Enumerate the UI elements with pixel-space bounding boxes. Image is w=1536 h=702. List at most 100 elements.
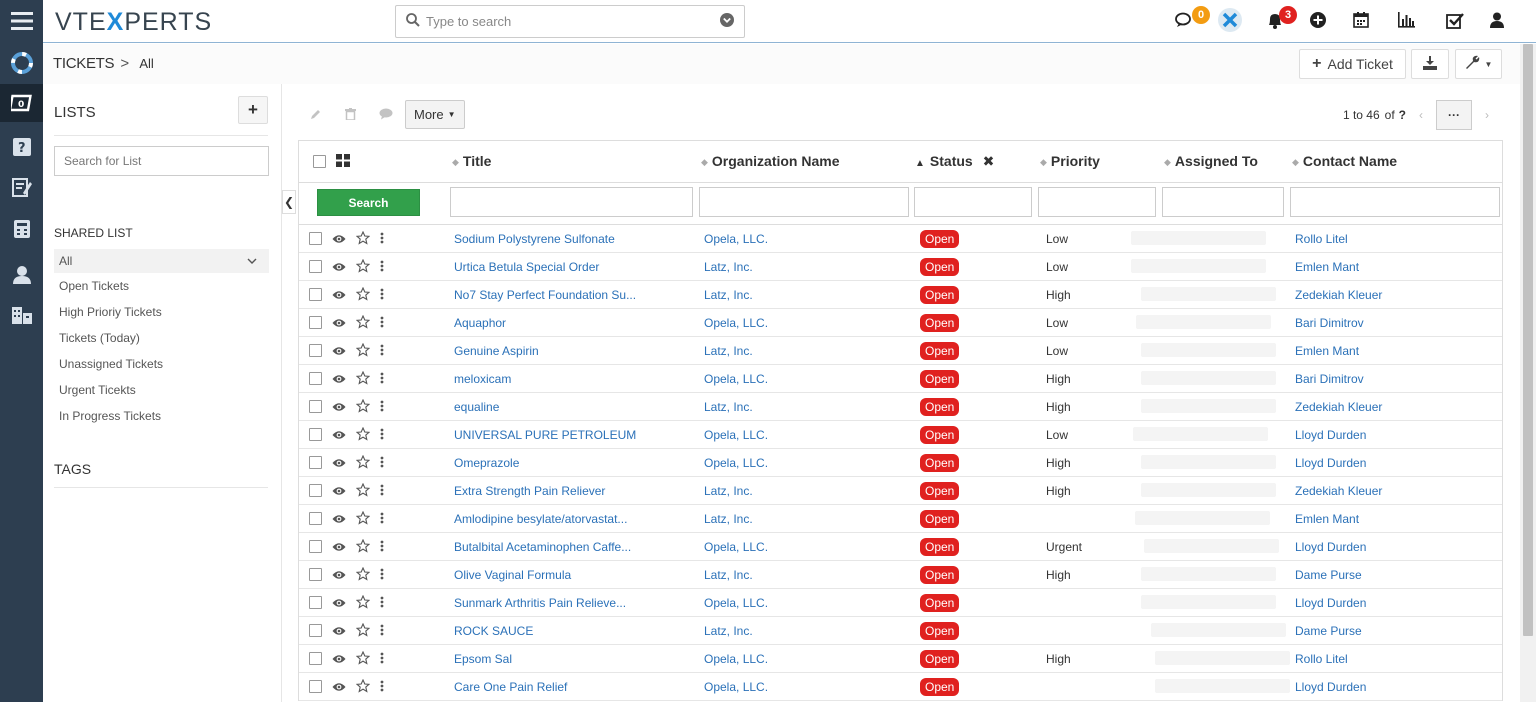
table-row[interactable]: equaline Latz, Inc. Open High Zedekiah Kleue… <box>299 393 1502 421</box>
clear-sort-icon[interactable]: ✖ <box>983 153 995 169</box>
column-assigned-to[interactable]: ◆ Assigned To <box>1164 153 1258 169</box>
previous-page-button[interactable]: ‹ <box>1406 100 1436 130</box>
row-checkbox[interactable] <box>309 652 322 665</box>
contact-link[interactable]: Emlen Mant <box>1295 260 1359 274</box>
page-scrollbar[interactable] <box>1520 44 1536 702</box>
row-checkbox[interactable] <box>309 232 322 245</box>
ticket-title-link[interactable]: Olive Vaginal Formula <box>454 568 571 582</box>
table-row[interactable]: Olive Vaginal Formula Latz, Inc. Open High D… <box>299 561 1502 589</box>
menu-icon[interactable] <box>0 2 43 40</box>
star-icon[interactable] <box>355 510 371 528</box>
total-count-button[interactable]: ? <box>1399 108 1406 122</box>
scrollbar-thumb[interactable] <box>1523 44 1533 636</box>
organization-link[interactable]: Latz, Inc. <box>704 512 753 526</box>
star-icon[interactable] <box>355 398 371 416</box>
table-row[interactable]: Butalbital Acetaminophen Caffe... Opela, … <box>299 533 1502 561</box>
star-icon[interactable] <box>355 314 371 332</box>
table-row[interactable]: Care One Pain Relief Opela, LLC. Open Lloyd… <box>299 673 1502 701</box>
more-vertical-icon[interactable] <box>380 624 384 639</box>
more-vertical-icon[interactable] <box>380 680 384 695</box>
search-button[interactable]: Search <box>317 189 420 216</box>
ticket-title-link[interactable]: Urtica Betula Special Order <box>454 260 599 274</box>
star-icon[interactable] <box>355 482 371 500</box>
contact-link[interactable]: Lloyd Durden <box>1295 680 1366 694</box>
chevron-down-icon[interactable] <box>247 249 257 273</box>
calculator-icon[interactable] <box>0 210 43 248</box>
more-vertical-icon[interactable] <box>380 456 384 471</box>
row-checkbox[interactable] <box>309 288 322 301</box>
row-checkbox[interactable] <box>309 260 322 273</box>
list-item-open-tickets[interactable]: Open Tickets <box>54 274 269 298</box>
eye-icon[interactable] <box>332 680 346 695</box>
ticket-title-link[interactable]: Sodium Polystyrene Sulfonate <box>454 232 615 246</box>
organization-link[interactable]: Latz, Inc. <box>704 624 753 638</box>
eye-icon[interactable] <box>332 428 346 443</box>
select-all-checkbox[interactable] <box>313 155 326 168</box>
ticket-title-link[interactable]: ROCK SAUCE <box>454 624 533 638</box>
eye-icon[interactable] <box>332 400 346 415</box>
star-icon[interactable] <box>355 622 371 640</box>
organization-link[interactable]: Opela, LLC. <box>704 540 768 554</box>
row-checkbox[interactable] <box>309 372 322 385</box>
filter-priority-input[interactable] <box>1038 187 1156 217</box>
star-icon[interactable] <box>355 230 371 248</box>
column-status[interactable]: ▲ Status ✖ <box>915 153 994 170</box>
contact-link[interactable]: Lloyd Durden <box>1295 540 1366 554</box>
organization-link[interactable]: Latz, Inc. <box>704 288 753 302</box>
eye-icon[interactable] <box>332 344 346 359</box>
collapse-sidebar-button[interactable]: ❮ <box>282 190 296 214</box>
eye-icon[interactable] <box>332 456 346 471</box>
eye-icon[interactable] <box>332 316 346 331</box>
star-icon[interactable] <box>355 566 371 584</box>
star-icon[interactable] <box>355 538 371 556</box>
star-icon[interactable] <box>355 594 371 612</box>
organization-link[interactable]: Latz, Inc. <box>704 400 753 414</box>
star-icon[interactable] <box>355 258 371 276</box>
contact-link[interactable]: Rollo Litel <box>1295 232 1348 246</box>
star-icon[interactable] <box>355 650 371 668</box>
star-icon[interactable] <box>355 370 371 388</box>
ticket-title-link[interactable]: UNIVERSAL PURE PETROLEUM <box>454 428 636 442</box>
more-vertical-icon[interactable] <box>380 540 384 555</box>
eye-icon[interactable] <box>332 288 346 303</box>
faq-icon[interactable]: ? <box>0 128 43 166</box>
row-checkbox[interactable] <box>309 428 322 441</box>
row-checkbox[interactable] <box>309 400 322 413</box>
contact-link[interactable]: Bari Dimitrov <box>1295 316 1364 330</box>
more-vertical-icon[interactable] <box>380 596 384 611</box>
more-vertical-icon[interactable] <box>380 372 384 387</box>
ticket-title-link[interactable]: equaline <box>454 400 499 414</box>
contacts-icon[interactable] <box>0 256 43 294</box>
contact-link[interactable]: Bari Dimitrov <box>1295 372 1364 386</box>
table-row[interactable]: Omeprazole Opela, LLC. Open High Lloyd Durde… <box>299 449 1502 477</box>
more-vertical-icon[interactable] <box>380 428 384 443</box>
ticket-title-link[interactable]: Omeprazole <box>454 456 519 470</box>
organization-link[interactable]: Opela, LLC. <box>704 652 768 666</box>
more-vertical-icon[interactable] <box>380 512 384 527</box>
row-checkbox[interactable] <box>309 512 322 525</box>
table-row[interactable]: Urtica Betula Special Order Latz, Inc. Ope… <box>299 253 1502 281</box>
import-button[interactable] <box>1411 49 1449 79</box>
list-item-all[interactable]: All <box>54 249 269 273</box>
user-menu-button[interactable] <box>1490 0 1504 43</box>
ticket-title-link[interactable]: Epsom Sal <box>454 652 512 666</box>
row-checkbox[interactable] <box>309 568 322 581</box>
row-checkbox[interactable] <box>309 344 322 357</box>
table-row[interactable]: Sunmark Arthritis Pain Relieve... Opela, … <box>299 589 1502 617</box>
ticket-title-link[interactable]: Aquaphor <box>454 316 506 330</box>
add-list-button[interactable]: + <box>238 96 268 124</box>
delete-button[interactable] <box>333 100 368 130</box>
lifebuoy-icon[interactable] <box>0 44 43 82</box>
organization-link[interactable]: Latz, Inc. <box>704 484 753 498</box>
organization-link[interactable]: Opela, LLC. <box>704 596 768 610</box>
more-dropdown-button[interactable]: More ▼ <box>405 100 465 129</box>
list-item-tickets-today[interactable]: Tickets (Today) <box>54 326 269 350</box>
list-item-unassigned-tickets[interactable]: Unassigned Tickets <box>54 352 269 376</box>
tickets-icon[interactable]: 0 <box>0 84 43 122</box>
column-title[interactable]: ◆ Title <box>452 153 491 169</box>
eye-icon[interactable] <box>332 540 346 555</box>
ticket-title-link[interactable]: Sunmark Arthritis Pain Relieve... <box>454 596 626 610</box>
eye-icon[interactable] <box>332 568 346 583</box>
page-jump-button[interactable]: ··· <box>1436 100 1472 130</box>
more-vertical-icon[interactable] <box>380 232 384 247</box>
